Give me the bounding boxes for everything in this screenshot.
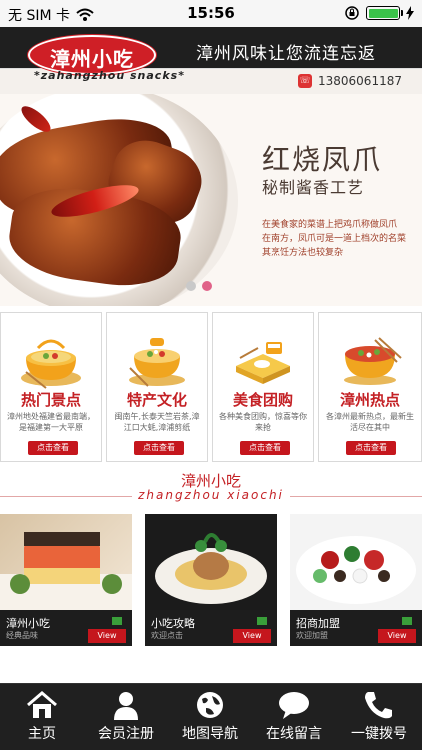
tab-register[interactable]: 会员注册 xyxy=(84,684,168,751)
home-icon xyxy=(27,691,57,718)
view-button[interactable]: View xyxy=(88,629,126,643)
phone-number: 13806061187 xyxy=(318,74,402,88)
tab-label: 会员注册 xyxy=(98,726,154,742)
category-label: 美食团购 xyxy=(232,391,293,409)
snack-tile[interactable]: 小吃攻略 欢迎点击 View xyxy=(145,514,277,646)
snack-image xyxy=(0,514,132,610)
view-details-button[interactable]: 点击查看 xyxy=(28,441,78,455)
tile-badge-icon xyxy=(402,617,412,625)
status-right xyxy=(344,5,414,21)
tile-badge-icon xyxy=(257,617,267,625)
tab-call[interactable]: 一键拨号 xyxy=(336,684,422,751)
phone-icon xyxy=(365,692,392,719)
header-phone[interactable]: ☏ 13806061187 xyxy=(298,74,402,88)
food-tray-icon xyxy=(213,323,313,395)
category-desc: 各漳州最新热点，最新生活尽在其中 xyxy=(326,412,414,432)
category-desc: 闽南午,长泰天竺岩茶,漳江口大蚝,漳浦剪纸 xyxy=(114,412,200,432)
category-label: 漳州热点 xyxy=(339,391,400,409)
carousel-dots xyxy=(186,281,212,291)
tile-subtitle: 经典品味 xyxy=(6,631,38,640)
category-grid: 热门景点 漳州地处福建省最南端，是福建第一大平原 点击查看 特产文化 闽南午,长… xyxy=(0,312,422,462)
brand-slogan: *zahangzhou snacks* xyxy=(34,69,185,82)
tab-home[interactable]: 主页 xyxy=(0,684,84,751)
snacks-section-heading: 漳州小吃 zhangzhou xiaochi xyxy=(0,468,422,508)
tile-title: 招商加盟 xyxy=(296,617,340,630)
slogan-text: zahangzhou snacks xyxy=(40,69,179,82)
category-desc: 漳州地处福建省最南端，是福建第一大平原 xyxy=(7,412,95,432)
snack-tile[interactable]: 漳州小吃 经典品味 View xyxy=(0,514,132,646)
view-button[interactable]: View xyxy=(378,629,416,643)
category-card-hotspots[interactable]: 漳州热点 各漳州最新热点，最新生活尽在其中 点击查看 xyxy=(318,312,422,462)
banner-subtitle: 秘制酱香工艺 xyxy=(262,178,365,197)
battery-icon xyxy=(366,6,403,20)
logo-text: 漳州小吃 xyxy=(50,47,134,71)
banner-desc-line: 在南方，凤爪可是一道上档次的名菜 xyxy=(262,234,407,244)
orientation-lock-icon xyxy=(345,6,359,20)
user-icon xyxy=(114,692,138,720)
section-subtitle: zhangzhou xiaochi xyxy=(138,488,284,502)
tab-label: 主页 xyxy=(28,726,56,742)
tab-map[interactable]: 地图导航 xyxy=(168,684,252,751)
category-card-attractions[interactable]: 热门景点 漳州地处福建省最南端，是福建第一大平原 点击查看 xyxy=(0,312,102,462)
view-details-button[interactable]: 点击查看 xyxy=(240,441,290,455)
tile-subtitle: 欢迎加盟 xyxy=(296,631,328,640)
category-label: 特产文化 xyxy=(126,391,187,409)
tab-label: 一键拨号 xyxy=(351,726,407,742)
snack-tiles: 漳州小吃 经典品味 View 小吃攻略 欢迎点击 View 招商加盟 欢迎加盟 … xyxy=(0,514,422,646)
bottom-tab-bar: 主页 会员注册 地图导航 在线留言 一键拨号 xyxy=(0,683,422,750)
tab-message[interactable]: 在线留言 xyxy=(252,684,336,751)
view-button[interactable]: View xyxy=(233,629,271,643)
snack-tile[interactable]: 招商加盟 欢迎加盟 View xyxy=(290,514,422,646)
soup-bowl-icon xyxy=(319,323,421,395)
view-details-button[interactable]: 点击查看 xyxy=(134,441,184,455)
banner-title: 红烧凤爪 xyxy=(262,143,383,176)
hero-banner[interactable]: 红烧凤爪 秘制酱香工艺 在美食家的菜谱上把鸡爪称做凤爪 在南方，凤爪可是一道上档… xyxy=(0,94,422,306)
category-card-specialty[interactable]: 特产文化 闽南午,长泰天竺岩茶,漳江口大蚝,漳浦剪纸 点击查看 xyxy=(106,312,208,462)
tile-badge-icon xyxy=(112,617,122,625)
category-label: 热门景点 xyxy=(20,391,81,409)
app-header: 漳州小吃 漳州风味让您流连忘返 *zahangzhou snacks* ☏ 13… xyxy=(0,27,422,94)
snack-image xyxy=(290,514,422,610)
chat-bubble-icon xyxy=(279,692,309,719)
globe-icon xyxy=(197,692,223,718)
snack-image xyxy=(145,514,277,610)
banner-description: 在美食家的菜谱上把鸡爪称做凤爪 在南方，凤爪可是一道上档次的名菜 其烹饪方法也较… xyxy=(262,218,412,260)
carousel-dot-active[interactable] xyxy=(202,281,212,291)
food-pot-icon xyxy=(1,323,101,395)
category-desc: 各种美食团购，惊喜等你来抢 xyxy=(219,412,307,432)
tile-title: 小吃攻略 xyxy=(151,617,195,630)
phone-badge-icon: ☏ xyxy=(298,74,312,88)
tab-label: 在线留言 xyxy=(266,726,322,742)
carousel-dot[interactable] xyxy=(186,281,196,291)
header-tagline: 漳州风味让您流连忘返 xyxy=(196,44,376,64)
view-details-button[interactable]: 点击查看 xyxy=(346,441,396,455)
food-bowl-icon xyxy=(107,323,207,395)
tile-subtitle: 欢迎点击 xyxy=(151,631,183,640)
banner-desc-line: 其烹饪方法也较复杂 xyxy=(262,248,344,258)
tab-label: 地图导航 xyxy=(182,726,238,742)
tile-title: 漳州小吃 xyxy=(6,617,50,630)
status-bar: 无 SIM 卡 15:56 xyxy=(0,0,422,27)
category-card-group-buy[interactable]: 美食团购 各种美食团购，惊喜等你来抢 点击查看 xyxy=(212,312,314,462)
banner-desc-line: 在美食家的菜谱上把鸡爪称做凤爪 xyxy=(262,220,398,230)
charging-bolt-icon xyxy=(406,6,414,20)
